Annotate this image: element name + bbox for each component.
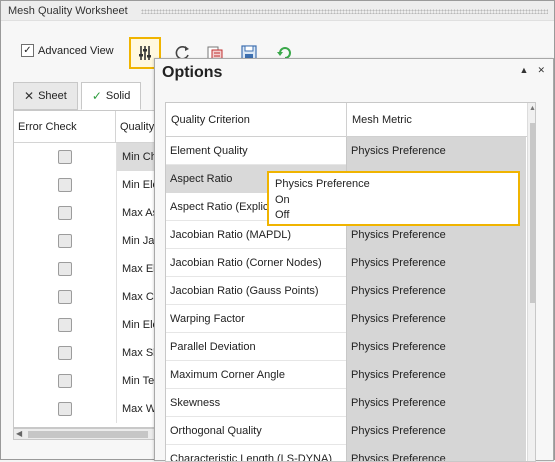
- quality-cell[interactable]: Max Ele: [116, 255, 157, 283]
- options-panel-title: Options: [162, 64, 223, 81]
- dropdown-option[interactable]: Physics Preference: [275, 177, 512, 193]
- advanced-view-label: Advanced View: [38, 44, 114, 57]
- table-row: Min Te: [14, 367, 157, 395]
- check-icon: ✓: [91, 89, 102, 103]
- quality-criterion-cell: Jacobian Ratio (Corner Nodes): [170, 257, 322, 269]
- table-row: Max Co: [14, 283, 157, 311]
- table-row: Orthogonal Quality Physics Preference: [166, 417, 526, 445]
- quality-cell[interactable]: Max Sk: [116, 339, 157, 367]
- error-check-checkbox[interactable]: [58, 150, 72, 164]
- scrollbar-thumb[interactable]: [530, 123, 535, 303]
- quality-criterion-cell: Maximum Corner Angle: [170, 369, 285, 381]
- table-row: Warping Factor Physics Preference: [166, 305, 526, 333]
- quality-criterion-cell: Jacobian Ratio (Gauss Points): [170, 285, 319, 297]
- scroll-up-arrow-icon[interactable]: ▲: [529, 105, 535, 112]
- table-row: Element Quality Physics Preference: [166, 137, 526, 165]
- mesh-metric-cell[interactable]: Physics Preference: [346, 389, 526, 417]
- tab-sheet-label: Sheet: [38, 90, 67, 102]
- close-x-icon: ✕: [24, 89, 35, 103]
- quality-criterion-cell: Element Quality: [170, 145, 248, 157]
- table-row: Max Sk: [14, 339, 157, 367]
- error-check-checkbox[interactable]: [58, 402, 72, 416]
- close-icon[interactable]: ✕: [537, 65, 545, 76]
- column-header-mesh-metric[interactable]: Mesh Metric: [346, 103, 527, 137]
- table-row: Min Ele: [14, 171, 157, 199]
- table-row: Characteristic Length (LS-DYNA) Physics P…: [166, 445, 526, 462]
- advanced-view-toggle[interactable]: ✓ Advanced View: [21, 44, 114, 57]
- table-row: Max Ele: [14, 255, 157, 283]
- tab-sheet[interactable]: ✕ Sheet: [13, 82, 78, 110]
- quality-cell[interactable]: Max As: [116, 199, 157, 227]
- mesh-metric-dropdown-list: Physics Preference On Off: [267, 171, 520, 226]
- table-row: Min Jac: [14, 227, 157, 255]
- column-header-quality[interactable]: Quality: [115, 111, 157, 143]
- mesh-metric-cell[interactable]: Physics Preference: [346, 137, 526, 165]
- error-check-checkbox[interactable]: [58, 318, 72, 332]
- mesh-metric-cell[interactable]: Physics Preference: [346, 333, 526, 361]
- quality-cell[interactable]: Min Ch: [116, 143, 157, 171]
- table-row: Min Ch: [14, 143, 157, 171]
- mesh-metric-cell[interactable]: Physics Preference: [346, 445, 526, 461]
- scrollbar-thumb[interactable]: [28, 431, 148, 438]
- table-row: Max W: [14, 395, 157, 423]
- quality-cell[interactable]: Min Ele: [116, 171, 157, 199]
- quality-criterion-cell: Orthogonal Quality: [170, 425, 262, 437]
- error-check-checkbox[interactable]: [58, 290, 72, 304]
- mesh-quality-worksheet-window: Mesh Quality Worksheet ✓ Advanced View ✕…: [0, 0, 555, 462]
- table-row: Jacobian Ratio (Gauss Points) Physics Pre…: [166, 277, 526, 305]
- error-check-checkbox[interactable]: [58, 262, 72, 276]
- table-row: Min Ele: [14, 311, 157, 339]
- table-row: Maximum Corner Angle Physics Preference: [166, 361, 526, 389]
- error-check-checkbox[interactable]: [58, 374, 72, 388]
- scroll-left-arrow-icon[interactable]: ◀: [16, 429, 22, 438]
- options-vertical-scrollbar[interactable]: ▲: [527, 103, 535, 461]
- quality-cell[interactable]: Max Co: [116, 283, 157, 311]
- mesh-metric-cell[interactable]: Physics Preference: [346, 305, 526, 333]
- quality-criterion-cell: Characteristic Length (LS-DYNA): [170, 453, 333, 462]
- error-check-checkbox[interactable]: [58, 346, 72, 360]
- advanced-view-checkbox[interactable]: ✓: [21, 44, 34, 57]
- window-title: Mesh Quality Worksheet: [8, 5, 128, 17]
- tab-strip: ✕ Sheet ✓ Solid: [13, 82, 144, 110]
- mesh-metric-cell[interactable]: Physics Preference: [346, 277, 526, 305]
- dropdown-option[interactable]: On: [275, 193, 512, 209]
- error-check-checkbox[interactable]: [58, 206, 72, 220]
- error-check-checkbox[interactable]: [58, 234, 72, 248]
- quality-cell[interactable]: Min Te: [116, 367, 157, 395]
- quality-criterion-cell: Warping Factor: [170, 313, 245, 325]
- mesh-metric-cell[interactable]: Physics Preference: [346, 417, 526, 445]
- mesh-metric-cell[interactable]: Physics Preference: [346, 249, 526, 277]
- table-row: Parallel Deviation Physics Preference: [166, 333, 526, 361]
- options-sliders-icon: [139, 46, 151, 60]
- tab-solid[interactable]: ✓ Solid: [80, 82, 142, 110]
- options-panel: Options ▲ ✕ Quality Criterion Mesh Metri…: [154, 58, 554, 462]
- quality-cell[interactable]: Min Ele: [116, 311, 157, 339]
- quality-cell[interactable]: Min Jac: [116, 227, 157, 255]
- collapse-icon[interactable]: ▲: [520, 65, 529, 76]
- worksheet-grid: Error Check Quality Min Ch Min Ele Max A…: [13, 110, 158, 428]
- tab-solid-label: Solid: [105, 90, 131, 102]
- titlebar-grip: [141, 9, 548, 14]
- options-table: Quality Criterion Mesh Metric Element Qu…: [165, 102, 536, 462]
- quality-criterion-cell: Parallel Deviation: [170, 341, 256, 353]
- dropdown-option[interactable]: Off: [275, 208, 512, 224]
- mesh-metric-cell[interactable]: Physics Preference: [346, 361, 526, 389]
- table-row: Skewness Physics Preference: [166, 389, 526, 417]
- quality-cell[interactable]: Max W: [116, 395, 157, 423]
- worksheet-horizontal-scrollbar[interactable]: ◀: [13, 428, 158, 440]
- quality-criterion-cell: Skewness: [170, 397, 221, 409]
- window-titlebar[interactable]: Mesh Quality Worksheet: [1, 1, 554, 21]
- error-check-checkbox[interactable]: [58, 178, 72, 192]
- options-panel-controls: ▲ ✕: [520, 65, 545, 76]
- column-header-quality-criterion[interactable]: Quality Criterion: [166, 103, 346, 137]
- table-row: Max As: [14, 199, 157, 227]
- column-header-error-check[interactable]: Error Check: [14, 111, 115, 143]
- table-row: Jacobian Ratio (Corner Nodes) Physics Pre…: [166, 249, 526, 277]
